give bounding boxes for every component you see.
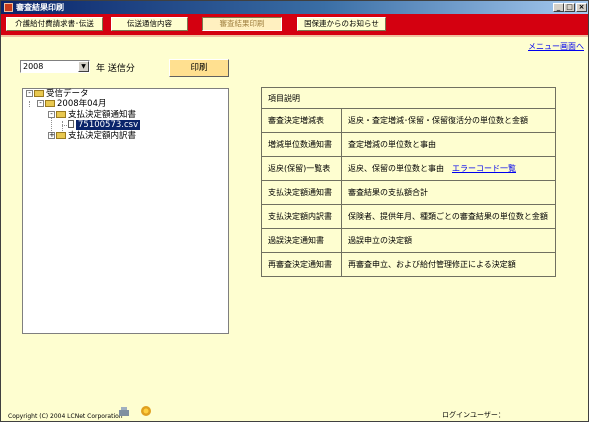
folder-icon (34, 90, 44, 97)
tree-item-payment-breakdown[interactable]: 支払決定額内訳書 (68, 131, 136, 141)
table-row: 増減単位数通知書 査定増減の単位数と事由 (261, 132, 556, 157)
row-desc: 返戻・査定増減･保留・保留復活分の単位数と金額 (341, 108, 556, 133)
year-select[interactable]: 2008 ▼ (20, 60, 90, 73)
folder-icon (45, 100, 55, 107)
error-code-list-link[interactable]: エラーコード一覧 (452, 164, 516, 173)
row-name: 支払決定額内訳書 (261, 204, 342, 229)
row-name: 増減単位数通知書 (261, 132, 342, 157)
expand-toggle-payment-breakdown[interactable]: + (48, 132, 55, 139)
window-title: 審査結果印刷 (16, 3, 64, 12)
table-row: 返戻(保留)一覧表 返戻、保留の単位数と事由 エラーコード一覧 (261, 156, 556, 181)
row-desc: 審査結果の支払額合計 (341, 180, 556, 205)
expand-toggle-payment-notice[interactable]: - (48, 111, 55, 118)
tree-item-month[interactable]: 2008年04月 (57, 99, 106, 109)
copyright-text: Copyright (C) 2004 LCNet Corporation (8, 413, 123, 420)
row-desc-cell: 返戻、保留の単位数と事由 エラーコード一覧 (341, 156, 556, 181)
row-desc: 返戻、保留の単位数と事由 (348, 164, 444, 173)
tree-item-received-data[interactable]: 受信データ (46, 89, 89, 99)
file-icon (68, 120, 74, 128)
table-row: 支払決定額通知書 審査結果の支払額合計 (261, 180, 556, 205)
app-icon (4, 3, 13, 12)
expand-toggle-month[interactable]: - (37, 100, 44, 107)
folder-icon (56, 111, 66, 118)
data-tree: - 受信データ - 2008年04月 - 支払決定額通知書 75100573.c… (22, 88, 229, 334)
tree-item-csv-file[interactable]: 75100573.csv (76, 120, 141, 130)
tree-item-payment-notice[interactable]: 支払決定額通知書 (68, 110, 136, 120)
table-row: 再審査決定通知書 再審査申立、および給付管理修正による決定額 (261, 252, 556, 277)
menu-claim-transmission[interactable]: 介護給付費請求書･伝送 (6, 17, 103, 31)
help-icon[interactable] (140, 405, 152, 417)
menu-transmission-contents[interactable]: 伝送通信内容 (111, 17, 188, 31)
row-desc: 再審査申立、および給付管理修正による決定額 (341, 252, 556, 277)
title-bar: 審査結果印刷 _ □ × (1, 1, 588, 14)
menu-review-print[interactable]: 審査結果印刷 (202, 17, 282, 31)
minimize-button[interactable]: _ (553, 3, 564, 12)
print-button[interactable]: 印刷 (169, 59, 229, 77)
table-header: 項目説明 (261, 87, 556, 109)
chevron-down-icon[interactable]: ▼ (78, 61, 89, 72)
menu-divider (1, 35, 588, 37)
item-description-table: 項目説明 審査決定増減表 返戻・査定増減･保留・保留復活分の単位数と金額 増減単… (261, 87, 556, 277)
table-row: 審査決定増減表 返戻・査定増減･保留・保留復活分の単位数と金額 (261, 108, 556, 133)
row-name: 再審査決定通知書 (261, 252, 342, 277)
expand-toggle-root[interactable]: - (26, 90, 33, 97)
row-desc: 保険者、提供年月、種類ごとの審査結果の単位数と金額 (341, 204, 556, 229)
row-name: 返戻(保留)一覧表 (261, 156, 342, 181)
folder-icon (56, 132, 66, 139)
login-user-label: ログインユーザー： (442, 411, 505, 419)
maximize-button[interactable]: □ (564, 3, 575, 12)
year-suffix-label: 年 送信分 (96, 64, 135, 74)
menu-screen-link[interactable]: メニュー画面へ (528, 41, 584, 52)
row-name: 審査決定増減表 (261, 108, 342, 133)
main-window: 審査結果印刷 _ □ × 介護給付費請求書･伝送 伝送通信内容 審査結果印刷 国… (0, 0, 589, 422)
row-name: 支払決定額通知書 (261, 180, 342, 205)
table-row: 過誤決定通知書 過誤申立の決定額 (261, 228, 556, 253)
phone-icon (118, 405, 130, 417)
close-button[interactable]: × (576, 3, 587, 12)
row-desc: 過誤申立の決定額 (341, 228, 556, 253)
menu-notices[interactable]: 国保連からのお知らせ (297, 17, 386, 31)
menu-bar: 介護給付費請求書･伝送 伝送通信内容 審査結果印刷 国保連からのお知らせ (1, 14, 588, 35)
row-desc: 査定増減の単位数と事由 (341, 132, 556, 157)
row-name: 過誤決定通知書 (261, 228, 342, 253)
table-row: 支払決定額内訳書 保険者、提供年月、種類ごとの審査結果の単位数と金額 (261, 204, 556, 229)
year-select-value: 2008 (23, 62, 44, 71)
